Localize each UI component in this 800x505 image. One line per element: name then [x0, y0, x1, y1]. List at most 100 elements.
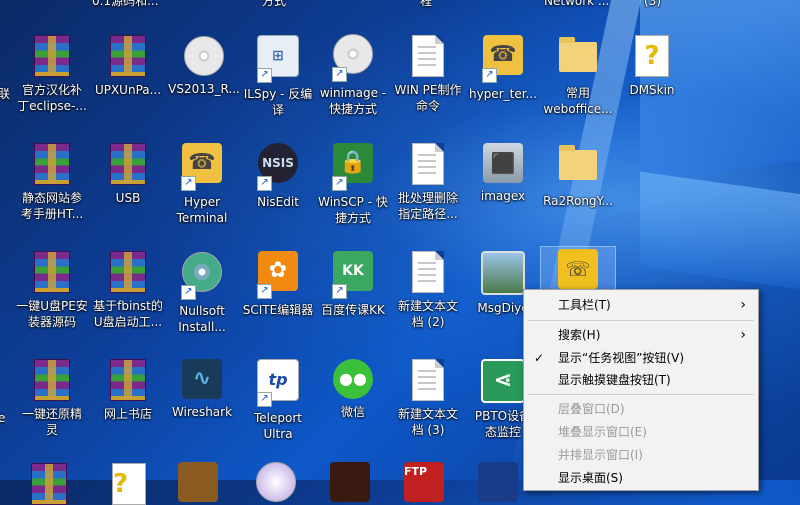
desktop-label-partial[interactable]: e [0, 410, 5, 426]
desktop-label-top[interactable]: 方式 [262, 0, 286, 9]
winrar-archive-icon [34, 35, 70, 77]
desktop-icon[interactable]: 一键还原精 灵 [14, 356, 90, 452]
menu-item-stack-windows[interactable]: 堆叠显示窗口(E) [524, 421, 758, 444]
app-icon[interactable] [178, 462, 218, 502]
app-icon[interactable] [256, 462, 296, 502]
desktop-icon-label: 新建文本文 档 (2) [397, 299, 458, 329]
desktop-icon[interactable]: ↗ winimage - 快捷方式 [315, 32, 391, 128]
desktop-icon[interactable]: ⊞ ↗ ILSpy - 反编 译 [240, 32, 316, 128]
desktop-icon[interactable]: NSIS ↗ NisEdit [240, 140, 316, 236]
desktop-icon[interactable]: 新建文本文 档 (3) [390, 356, 466, 452]
desktop-icon[interactable]: 基于fbinst的 U盘启动工... [90, 248, 166, 344]
desktop-icon-label: SCITE编辑器 [242, 303, 314, 317]
desktop-icon[interactable]: 一键U盘PE安 装器源码 [14, 248, 90, 344]
windows-logo-pane-bottom [640, 171, 800, 294]
winrar-archive-icon [110, 35, 146, 77]
menu-item-label: 显示“任务视图”按钮(V) [558, 351, 685, 365]
shortcut-arrow-icon: ↗ [181, 285, 196, 300]
desktop-label-top[interactable]: 程 [420, 0, 432, 9]
desktop-icon[interactable]: USB [90, 140, 166, 236]
desktop-icon-label: Wireshark [171, 405, 233, 419]
desktop-icon[interactable]: ☎ ↗ Hyper Terminal [164, 140, 240, 236]
desktop-icon[interactable]: KK ↗ 百度传课KK [315, 248, 391, 344]
menu-item-show-task-view[interactable]: ✓ 显示“任务视图”按钮(V) [524, 347, 758, 369]
app-icon[interactable] [330, 462, 370, 502]
desktop-icon-label: WIN PE制作 命令 [394, 83, 462, 113]
winrar-archive-icon[interactable] [31, 463, 67, 505]
desktop-icon[interactable]: tp ↗ Teleport Ultra [240, 356, 316, 452]
help-book-icon: ? [635, 35, 669, 77]
desktop-label-top[interactable]: 0.1源码和... [92, 0, 159, 9]
folder-icon [559, 37, 597, 72]
desktop-icon[interactable]: ? DMSkin [614, 32, 690, 128]
desktop-icon[interactable]: 静态网站参 考手册HT... [14, 140, 90, 236]
help-book-icon[interactable]: ? [112, 463, 146, 505]
desktop-label-top[interactable]: (3) [644, 0, 661, 9]
desktop-icon[interactable]: ↗ Nullsoft Install... [164, 248, 240, 344]
desktop-icon-label: hyper_ter... [468, 87, 537, 101]
text-document-icon [412, 359, 444, 401]
menu-item-label: 层叠窗口(D) [558, 402, 625, 416]
shortcut-arrow-icon: ↗ [332, 67, 347, 82]
desktop-icon[interactable]: ⬛ imagex [465, 140, 541, 236]
desktop-icon-label: Ra2RongY... [543, 194, 613, 208]
wechat-icon: ●● [333, 359, 373, 399]
desktop-icon-label: USB [115, 191, 141, 205]
shortcut-arrow-icon: ↗ [257, 176, 272, 191]
winrar-archive-icon [110, 251, 146, 293]
desktop-icon-label: NisEdit [257, 195, 299, 209]
disc-image-icon [184, 36, 224, 76]
desktop-label-top[interactable]: Network ... [544, 0, 609, 9]
desktop-label-partial[interactable]: 联 [0, 86, 10, 102]
menu-item-toolbars[interactable]: 工具栏(T) › [524, 294, 758, 317]
desktop-icon[interactable]: 常用 weboffice... [540, 32, 616, 128]
desktop-icon-label: 一键U盘PE安 装器源码 [16, 299, 88, 329]
desktop-icon-label: 网上书店 [103, 407, 152, 421]
winrar-archive-icon [34, 143, 70, 185]
desktop-icon[interactable]: UPXUnPa... [90, 32, 166, 128]
shortcut-arrow-icon: ↗ [332, 176, 347, 191]
menu-item-side-by-side-windows[interactable]: 并排显示窗口(I) [524, 444, 758, 467]
desktop-icon-label: WinSCP - 快 捷方式 [318, 195, 388, 225]
menu-item-search[interactable]: 搜索(H) › [524, 324, 758, 347]
desktop-icon[interactable]: 网上书店 [90, 356, 166, 452]
shortcut-arrow-icon: ↗ [181, 176, 196, 191]
desktop-icon[interactable]: 官方汉化补 丁eclipse-... [14, 32, 90, 128]
phone-app-icon: ☏ [558, 249, 598, 289]
winrar-archive-icon [110, 359, 146, 401]
desktop-icon[interactable]: ☎ ↗ hyper_ter... [465, 32, 541, 128]
wireshark-icon: ∿ [182, 359, 222, 399]
desktop-icon[interactable]: Ra2RongY... [540, 140, 616, 236]
share-app-icon: ⋖ [481, 359, 525, 403]
app-icon[interactable] [478, 462, 518, 502]
desktop-icon[interactable]: 新建文本文 档 (2) [390, 248, 466, 344]
desktop-icon[interactable]: 🔒 ↗ WinSCP - 快 捷方式 [315, 140, 391, 236]
winrar-archive-icon [110, 143, 146, 185]
menu-item-label: 工具栏(T) [558, 298, 611, 312]
desktop-icon[interactable]: ●● 微信 [315, 356, 391, 452]
taskbar-context-menu: 工具栏(T) › 搜索(H) › ✓ 显示“任务视图”按钮(V) 显示触摸键盘按… [523, 289, 759, 491]
desktop-icon-label: 基于fbinst的 U盘启动工... [93, 299, 163, 329]
text-document-icon [412, 143, 444, 185]
submenu-arrow-icon: › [740, 297, 746, 313]
shortcut-arrow-icon: ↗ [257, 392, 272, 407]
desktop-icon[interactable]: VS2013_R... [166, 32, 242, 128]
text-document-icon [412, 251, 444, 293]
desktop-icon[interactable]: ∿ Wireshark [164, 356, 240, 452]
menu-item-show-desktop[interactable]: 显示桌面(S) [524, 467, 758, 490]
desktop-icon-selected[interactable]: ☏ [540, 246, 616, 292]
menu-item-label: 显示桌面(S) [558, 471, 623, 485]
menu-item-cascade-windows[interactable]: 层叠窗口(D) [524, 398, 758, 421]
desktop-icon-label: 静态网站参 考手册HT... [20, 191, 84, 221]
desktop-icon[interactable]: WIN PE制作 命令 [390, 32, 466, 128]
desktop-icon[interactable]: 批处理删除 指定路径... [390, 140, 466, 236]
checkmark-icon: ✓ [534, 351, 545, 365]
menu-item-label: 搜索(H) [558, 328, 601, 342]
shortcut-arrow-icon: ↗ [257, 284, 272, 299]
menu-item-show-touch-keyboard[interactable]: 显示触摸键盘按钮(T) [524, 369, 758, 391]
winrar-archive-icon [34, 251, 70, 293]
desktop-icon-label: UPXUnPa... [94, 83, 162, 97]
ftp-app-icon[interactable]: FTP [404, 462, 444, 502]
desktop-icon-label: VS2013_R... [168, 82, 240, 96]
desktop-icon[interactable]: ✿ ↗ SCITE编辑器 [240, 248, 316, 344]
